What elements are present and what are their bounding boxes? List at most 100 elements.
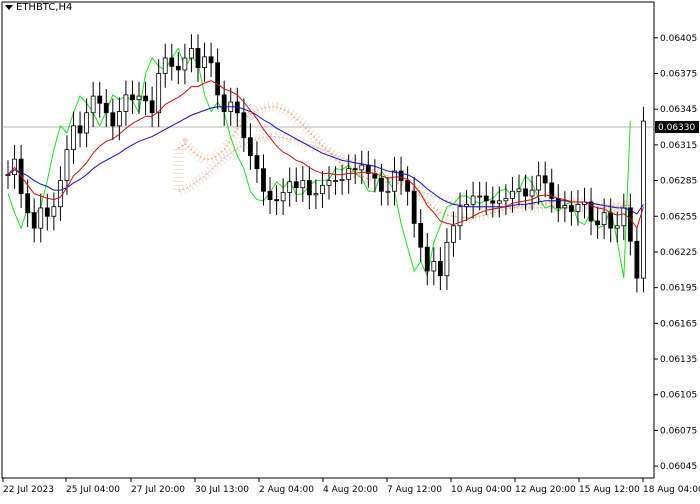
y-axis-tick-label: 0.06075 (660, 426, 697, 436)
candle-body (614, 225, 620, 229)
candle-body (516, 188, 522, 192)
candle-body (274, 199, 279, 202)
candle-body (130, 94, 135, 101)
symbol-timeframe-label[interactable]: ETHBTC,H4 (5, 2, 72, 13)
candle-body (162, 57, 168, 74)
x-axis-tick-label: 25 Jul 04:00 (66, 485, 120, 495)
candle-body (25, 193, 31, 214)
candle-body (405, 180, 411, 192)
candle-body (333, 180, 338, 182)
candle-body (320, 184, 325, 195)
x-axis-tick-label: 7 Aug 12:00 (387, 485, 442, 495)
candle-body (77, 125, 83, 134)
x-axis-tick-label: 2 Aug 04:00 (259, 485, 314, 495)
x-axis-tick-label: 4 Aug 20:00 (323, 485, 378, 495)
x-axis-tick-label: 10 Aug 04:00 (451, 485, 512, 495)
candle-body (156, 73, 162, 114)
candle-body (143, 95, 148, 102)
candle-body (51, 206, 57, 217)
candle-body (326, 180, 332, 186)
y-axis-tick-label: 0.06195 (660, 284, 697, 294)
y-axis-tick-label: 0.06375 (660, 69, 697, 79)
symbol-text: ETHBTC,H4 (16, 2, 73, 13)
candle-body (5, 174, 11, 177)
price-chart: 0.06405 0.06375 0.06345 0.06315 0.06285 0.062… (1, 1, 700, 495)
candle-body (411, 190, 417, 224)
dropdown-triangle-icon[interactable] (5, 5, 13, 10)
y-axis-tick-label: 0.06315 (660, 141, 697, 151)
x-axis-tick-label: 27 Jul 20:00 (131, 485, 185, 495)
candle-body (313, 193, 319, 196)
candle-body (483, 195, 489, 202)
candle-body (202, 56, 207, 68)
candle-body (44, 207, 50, 217)
candle-body (379, 177, 384, 192)
x-axis-tick-label: 15 Aug 12:00 (579, 485, 640, 495)
candle-body (64, 149, 70, 181)
candle-body (58, 180, 63, 208)
candle-body (182, 57, 188, 71)
candle-body (510, 190, 515, 199)
candle-body (339, 178, 345, 181)
current-price-tag-label: 0.06330 (658, 123, 695, 133)
x-axis-tick-label: 22 Jul 2023 (3, 485, 54, 495)
candle-body (496, 200, 502, 204)
candle-body (536, 175, 542, 191)
candle-body (490, 200, 496, 204)
y-axis-tick-label: 0.06045 (660, 462, 697, 472)
candle-body (575, 203, 581, 212)
candle-body (523, 188, 528, 197)
candle-body (503, 198, 509, 202)
candle-body (110, 112, 116, 127)
candle-body (31, 212, 37, 229)
chart-area[interactable]: 0.06405 0.06375 0.06345 0.06315 0.06285 0.062… (0, 0, 700, 500)
candle-body (38, 207, 44, 229)
candle-body (437, 261, 443, 277)
candle-body (398, 170, 404, 181)
y-axis-tick-label: 0.06105 (660, 391, 697, 401)
candle-body (542, 175, 548, 184)
candle-body (103, 102, 109, 114)
candle-body (149, 100, 155, 114)
x-axis-tick-label: 18 Aug 04:00 (643, 485, 700, 495)
candle-body (477, 195, 483, 198)
candle-body (392, 170, 397, 192)
candle-body (601, 212, 607, 225)
candle-body (634, 240, 640, 279)
candle-body (418, 222, 424, 248)
candle-body (568, 205, 574, 212)
candle-body (470, 195, 476, 205)
candle-body (254, 155, 260, 170)
candle-body (208, 56, 214, 64)
candle-body (627, 207, 633, 242)
candle-body (562, 205, 568, 209)
candle-body (169, 57, 175, 67)
candle-body (175, 65, 181, 71)
candle-body (444, 242, 450, 277)
candle-body (136, 95, 142, 101)
y-axis-tick-label: 0.06405 (660, 34, 697, 44)
plot-frame (1, 1, 655, 479)
candle-body (451, 225, 456, 243)
candle-body (247, 137, 253, 156)
candle-body (90, 95, 96, 114)
candle-body (529, 189, 535, 197)
y-axis-tick-label: 0.06255 (660, 212, 697, 222)
candle-body (71, 125, 76, 151)
candle-body (641, 120, 646, 279)
candle-body (189, 48, 194, 59)
candle-body (293, 181, 299, 189)
candle-body (267, 190, 273, 200)
candle-body (215, 62, 221, 96)
candle-body (97, 95, 103, 104)
candle-body (241, 112, 247, 139)
candle-body (84, 112, 90, 134)
candle-body (385, 190, 391, 193)
candle-body (424, 246, 430, 272)
candle-body (261, 168, 266, 192)
candle-body (280, 192, 286, 202)
candle-body (306, 180, 312, 196)
candle-body (595, 220, 600, 225)
candle-body (287, 181, 293, 193)
candle-body (352, 168, 358, 171)
